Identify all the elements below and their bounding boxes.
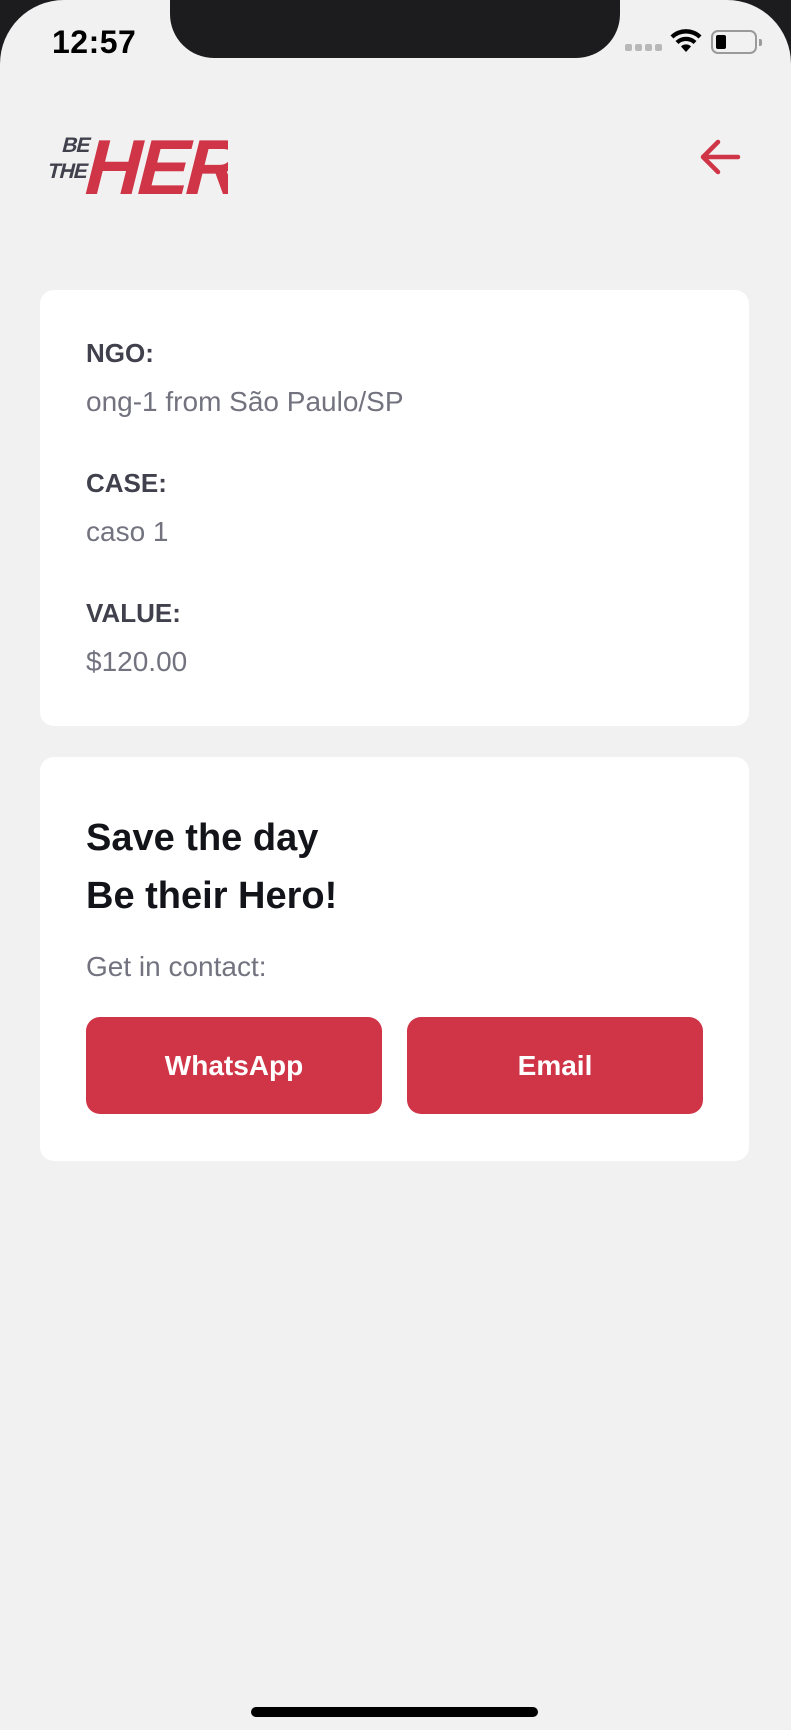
email-button[interactable]: Email: [407, 1017, 703, 1114]
contact-description: Get in contact:: [86, 951, 267, 982]
device-notch: [170, 0, 620, 58]
app-screen: 12:57 BE THE HERO NGO: ong-1 from São Pa…: [0, 0, 791, 1730]
ngo-value: ong-1 from São Paulo/SP: [86, 386, 404, 417]
ngo-label: NGO:: [86, 338, 154, 368]
value-amount: $120.00: [86, 646, 188, 677]
be-the-hero-logo: BE THE HERO: [45, 123, 228, 200]
status-bar: 12:57: [0, 0, 791, 60]
value-label: VALUE:: [86, 598, 181, 628]
contact-actions: WhatsApp Email: [86, 1017, 703, 1114]
back-arrow-icon[interactable]: [696, 132, 746, 182]
hero-title-line2: Be their Hero!: [86, 875, 338, 917]
whatsapp-button[interactable]: WhatsApp: [86, 1017, 382, 1114]
status-time: 12:57: [52, 24, 137, 60]
battery-icon: [711, 30, 762, 54]
home-indicator[interactable]: [251, 1707, 538, 1717]
svg-text:HERO: HERO: [76, 123, 228, 200]
case-label: CASE:: [86, 468, 167, 498]
hero-title-line1: Save the day: [86, 817, 319, 859]
svg-text:BE: BE: [60, 133, 94, 157]
case-value: caso 1: [86, 516, 169, 547]
cellular-signal-icon: [625, 44, 662, 51]
contact-card: Save the day Be their Hero! Get in conta…: [40, 757, 749, 1161]
wifi-icon: [670, 29, 702, 52]
incident-details-card: NGO: ong-1 from São Paulo/SP CASE: caso …: [40, 290, 749, 726]
